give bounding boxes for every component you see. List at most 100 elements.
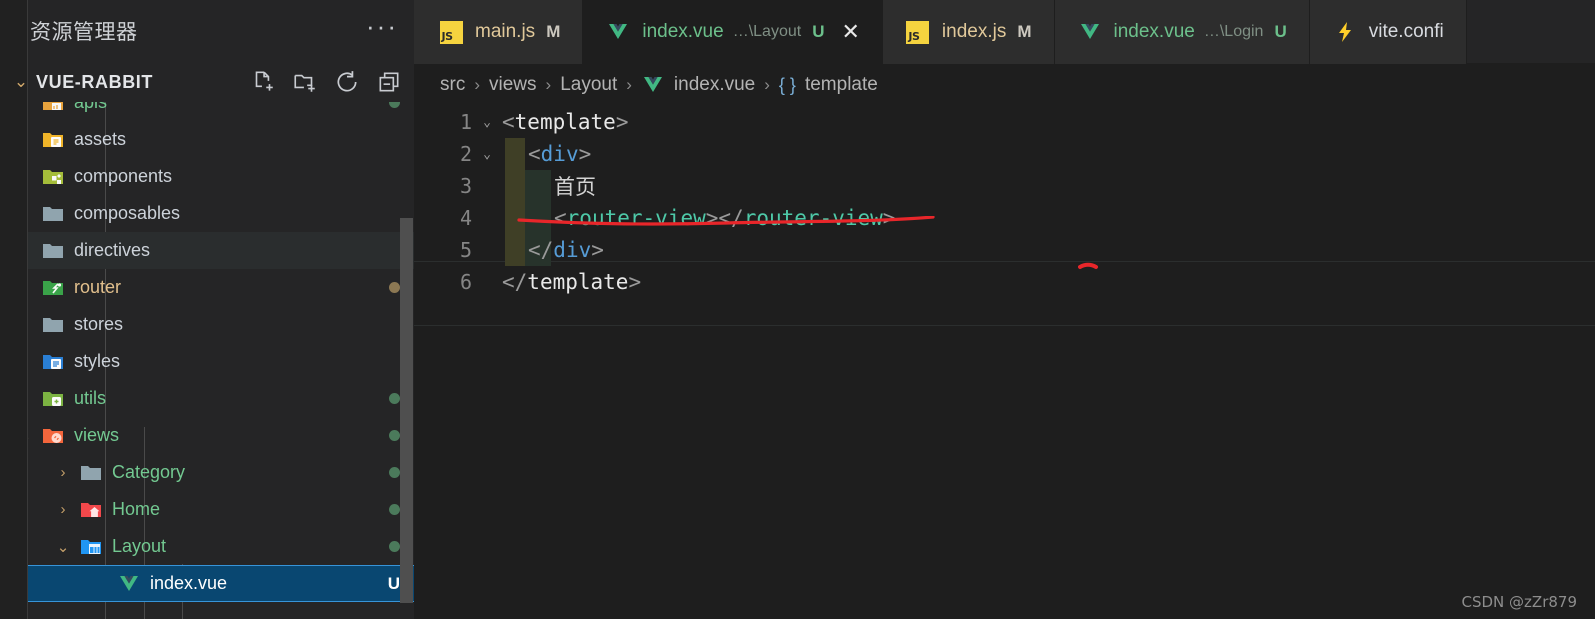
close-icon[interactable]: ✕ xyxy=(841,19,859,45)
new-folder-icon[interactable] xyxy=(292,69,318,95)
code-line[interactable]: 5 </div> xyxy=(414,234,1595,266)
chevron-down-icon[interactable]: ⌄ xyxy=(12,427,38,445)
git-status-dot xyxy=(389,467,400,478)
breadcrumb[interactable]: src › views › Layout › index.vue › { } template xyxy=(414,64,1595,106)
explorer-title-row: 资源管理器 ··· xyxy=(0,0,414,62)
code-token: > xyxy=(578,142,592,166)
chevron-right-icon[interactable]: › xyxy=(12,168,38,185)
js-icon: JS xyxy=(438,19,464,45)
tree-item-components[interactable]: › components xyxy=(0,158,414,195)
vue-icon xyxy=(641,73,665,97)
sidebar-scrollbar-thumb[interactable] xyxy=(400,218,413,603)
chevron-down-icon[interactable]: ⌄ xyxy=(6,72,36,92)
code-token: router-view xyxy=(743,206,883,230)
tree-item-stores[interactable]: › stores xyxy=(0,306,414,343)
code-editor[interactable]: 1 ⌄ <template> 2 ⌄ <div> 3 首页 4 <router-view></ro… xyxy=(414,106,1595,619)
tree-item-index-vue[interactable]: · index.vue U xyxy=(0,565,414,602)
code-text: <router-view></router-view> xyxy=(554,206,895,230)
code-line[interactable]: 2 ⌄ <div> xyxy=(414,138,1595,170)
breadcrumb-item[interactable]: src xyxy=(440,74,465,96)
line-number: 2 xyxy=(459,142,472,166)
chevron-right-icon[interactable]: › xyxy=(12,205,38,222)
chevron-right-icon[interactable]: › xyxy=(12,102,38,111)
editor-tab-index-vue[interactable]: index.vue …\Layout U ✕ xyxy=(583,0,883,64)
breadcrumb-item[interactable]: index.vue xyxy=(674,74,755,96)
tree-item-home[interactable]: › Home xyxy=(0,491,414,528)
code-token: 首页 xyxy=(554,175,596,199)
explorer-title: 资源管理器 xyxy=(30,20,138,44)
explorer-more-actions-icon[interactable]: ··· xyxy=(366,13,398,41)
tree-item-styles[interactable]: › styles xyxy=(0,343,414,380)
tree-item-layout[interactable]: ⌄ Layout xyxy=(0,528,414,565)
code-line[interactable]: 1 ⌄ <template> xyxy=(414,106,1595,138)
chevron-right-icon[interactable]: › xyxy=(12,390,38,407)
workspace-root-label: VUE-RABBIT xyxy=(36,71,153,92)
tree-item-views[interactable]: ⌄ views xyxy=(0,417,414,454)
line-number: 1 xyxy=(459,110,472,134)
git-status-dot xyxy=(389,393,400,404)
explorer-sidebar: 资源管理器 ··· ⌄ VUE-RABBIT › apis › assets ›… xyxy=(0,0,414,619)
tab-git-flag: U xyxy=(812,22,825,41)
workspace-root-row[interactable]: ⌄ VUE-RABBIT xyxy=(0,62,414,102)
chevron-right-icon[interactable]: › xyxy=(12,353,38,370)
tab-path-hint: …\Login xyxy=(1203,23,1264,40)
tree-item-label: utils xyxy=(74,388,107,408)
new-file-icon[interactable] xyxy=(250,69,276,95)
js-icon: JS xyxy=(905,19,931,45)
tree-item-apis[interactable]: › apis xyxy=(0,102,414,121)
tab-git-flag: M xyxy=(1017,22,1032,41)
code-token: > xyxy=(615,110,629,134)
refresh-icon[interactable] xyxy=(334,69,360,95)
tree-item-category[interactable]: › Category xyxy=(0,454,414,491)
tab-label: vite.confi xyxy=(1368,21,1444,42)
breadcrumb-item[interactable]: views xyxy=(489,74,537,96)
tab-label: index.vue xyxy=(642,21,724,42)
tab-label: index.vue xyxy=(1113,21,1195,42)
breadcrumb-item[interactable]: template xyxy=(805,74,878,96)
tree-item-label: router xyxy=(74,277,122,297)
tree-item-label: Category xyxy=(112,462,186,482)
folder-assets-icon xyxy=(38,128,68,152)
git-status-dot xyxy=(389,102,400,108)
code-line[interactable]: 6 </template> xyxy=(414,266,1595,298)
tab-label: main.js xyxy=(475,21,536,42)
tree-item-directives[interactable]: › directives xyxy=(0,232,414,269)
vue-icon xyxy=(1077,19,1103,45)
chevron-right-icon[interactable]: › xyxy=(50,501,76,518)
editor-tab-index-vue[interactable]: index.vue …\Login U xyxy=(1054,0,1310,64)
chevron-right-icon[interactable]: › xyxy=(12,279,38,296)
code-token: </ xyxy=(528,238,554,262)
git-status-badge: U xyxy=(387,573,400,593)
fold-chevron-icon[interactable]: ⌄ xyxy=(472,147,502,162)
tree-item-label: index.vue xyxy=(150,573,228,593)
code-line[interactable]: 3 首页 xyxy=(414,170,1595,202)
tree-item-composables[interactable]: › composables xyxy=(0,195,414,232)
chevron-right-icon[interactable]: › xyxy=(50,464,76,481)
tree-item-assets[interactable]: › assets xyxy=(0,121,414,158)
tree-item-label: apis xyxy=(74,102,108,112)
line-number: 6 xyxy=(459,270,472,294)
chevron-right-icon[interactable]: › xyxy=(12,316,38,333)
editor-tab-index-js[interactable]: JS index.js M xyxy=(882,0,1055,64)
chevron-placeholder-icon: · xyxy=(88,575,114,592)
chevron-down-icon[interactable]: ⌄ xyxy=(50,538,76,556)
tree-item-router[interactable]: › router xyxy=(0,269,414,306)
chevron-right-icon[interactable]: › xyxy=(12,131,38,148)
file-tree[interactable]: › apis › assets › components › composables › dire… xyxy=(0,102,414,619)
tree-item-utils[interactable]: › utils xyxy=(0,380,414,417)
breadcrumb-item[interactable]: Layout xyxy=(560,74,617,96)
code-token: > xyxy=(628,270,642,294)
editor-tab-main-js[interactable]: JS main.js M xyxy=(414,0,584,64)
code-token: > xyxy=(591,238,604,262)
collapse-all-icon[interactable] xyxy=(376,69,402,95)
tree-item-label: Layout xyxy=(112,536,167,556)
code-line[interactable]: 4 <router-view></router-view> xyxy=(414,202,1595,234)
tree-item-label: directives xyxy=(74,240,151,260)
fold-chevron-icon[interactable]: ⌄ xyxy=(472,115,502,130)
chevron-right-icon[interactable]: › xyxy=(12,242,38,259)
git-status-dot xyxy=(389,430,400,441)
tree-item-label: Home xyxy=(112,499,161,519)
code-text: <template> xyxy=(502,110,628,134)
code-token: template xyxy=(514,110,616,134)
editor-tab-vite-confi[interactable]: vite.confi xyxy=(1309,0,1467,64)
